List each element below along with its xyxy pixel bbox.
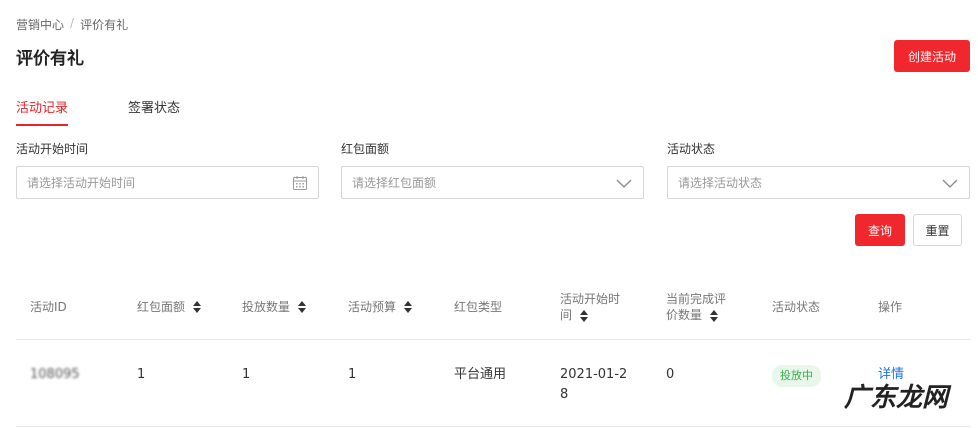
- column-label: 投放数量: [242, 300, 291, 314]
- query-button[interactable]: 查询: [855, 214, 905, 246]
- breadcrumb: 营销中心 / 评价有礼: [16, 16, 128, 33]
- status-placeholder: 请选择活动状态: [678, 176, 763, 190]
- column-activity-id: 活动ID: [30, 274, 67, 340]
- calendar-icon[interactable]: [292, 175, 308, 191]
- start-time-label: 活动开始时间: [16, 142, 89, 156]
- watermark-logo: 广东龙网: [843, 383, 948, 413]
- cell-quantity: 1: [242, 367, 251, 382]
- column-label: 活动预算: [348, 300, 397, 314]
- sort-icon[interactable]: [404, 301, 413, 313]
- column-amount[interactable]: 红包面额: [137, 274, 202, 340]
- page-title: 评价有礼: [16, 49, 84, 69]
- column-status: 活动状态: [772, 274, 820, 340]
- chevron-down-icon: [942, 179, 958, 188]
- column-label: 操作: [878, 300, 903, 314]
- column-label: 红包类型: [454, 300, 503, 314]
- sort-icon[interactable]: [193, 301, 202, 313]
- tab-bar: 活动记录 签署状态: [16, 97, 180, 126]
- breadcrumb-separator: /: [70, 16, 75, 30]
- sort-icon[interactable]: [710, 309, 719, 322]
- status-label: 活动状态: [667, 142, 716, 156]
- column-type: 红包类型: [454, 274, 502, 340]
- column-label: 活动ID: [30, 300, 67, 314]
- cell-type: 平台通用: [454, 367, 507, 382]
- cell-amount: 1: [137, 367, 146, 382]
- tab-sign-status[interactable]: 签署状态: [128, 97, 180, 126]
- sort-icon[interactable]: [580, 309, 589, 322]
- chevron-down-icon: [616, 179, 632, 188]
- breadcrumb-current: 评价有礼: [80, 18, 129, 32]
- column-label: 活动开始时间: [560, 292, 621, 322]
- column-completed[interactable]: 当前完成评价数量: [666, 274, 732, 340]
- cell-activity-id: 108095: [30, 367, 80, 382]
- create-activity-button[interactable]: 创建活动: [894, 40, 970, 72]
- start-time-placeholder: 请选择活动开始时间: [27, 176, 136, 190]
- tab-activity-records[interactable]: 活动记录: [16, 97, 69, 126]
- cell-start-time: 2021-01-28: [560, 367, 628, 402]
- breadcrumb-root[interactable]: 营销中心: [16, 16, 64, 33]
- status-select[interactable]: 请选择活动状态: [667, 166, 970, 199]
- column-budget[interactable]: 活动预算: [348, 274, 413, 340]
- table-row: 108095 1 1 1 平台通用 2021-01-28 0 投放中 详情: [16, 341, 970, 427]
- column-actions: 操作: [878, 274, 902, 340]
- column-label: 红包面额: [137, 300, 186, 314]
- cell-budget: 1: [348, 367, 357, 382]
- column-label: 活动状态: [772, 300, 821, 314]
- amount-select[interactable]: 请选择红包面额: [341, 166, 644, 199]
- amount-placeholder: 请选择红包面额: [352, 176, 437, 190]
- column-start-time[interactable]: 活动开始时间: [560, 274, 626, 340]
- column-quantity[interactable]: 投放数量: [242, 274, 307, 340]
- cell-completed: 0: [666, 367, 675, 382]
- cell-status: 投放中: [772, 365, 821, 387]
- table-header: 活动ID 红包面额 投放数量 活动预算 红包类型 活动开始时间 当前完成评价数量…: [16, 274, 970, 340]
- start-time-picker[interactable]: 请选择活动开始时间: [16, 166, 319, 199]
- status-badge: 投放中: [772, 365, 821, 387]
- amount-label: 红包面额: [341, 142, 390, 156]
- sort-icon[interactable]: [298, 301, 307, 313]
- reset-button[interactable]: 重置: [913, 214, 962, 246]
